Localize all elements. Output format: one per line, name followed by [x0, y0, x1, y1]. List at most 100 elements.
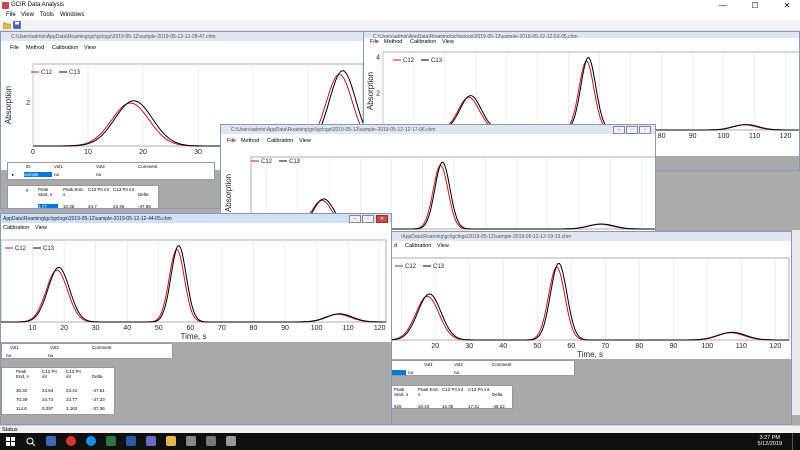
c12-cell[interactable]: 24.7	[88, 204, 97, 208]
window-title-bar[interactable]: \AppData\Roaming\gci\gclogs\2019-05-12\s…	[391, 232, 791, 241]
sample-table[interactable]: ID Vol1 Vol2 Comment ▸ sample na na	[7, 162, 215, 180]
chrome-icon[interactable]	[66, 436, 76, 446]
legend-label: C12	[261, 159, 273, 165]
sample-table[interactable]: Vol1 Vol2 Comment na na	[1, 343, 173, 359]
menu-view[interactable]: View	[21, 12, 34, 18]
clock[interactable]: 3:27 PM 5/12/2019	[758, 435, 782, 447]
vertical-scrollbar[interactable]	[792, 230, 800, 415]
maximize-button[interactable]: ☐	[744, 0, 766, 11]
menu-method[interactable]: Method	[384, 39, 402, 45]
c12-cell[interactable]: 3.297	[42, 406, 53, 411]
menu-file[interactable]: File	[370, 39, 379, 45]
col-header: Delta	[492, 392, 503, 397]
open-folder-icon[interactable]	[3, 21, 11, 29]
menu-file[interactable]: File	[6, 12, 16, 18]
peak-end-cell[interactable]: 30.32	[16, 388, 27, 393]
x-tick-label: 110	[749, 133, 760, 140]
col-header: Peak Start, s	[38, 187, 53, 197]
menu-file[interactable]: File	[227, 138, 236, 144]
window-title-bar[interactable]: AppData\Roaming\gci\gclogs\2019-05-12\sa…	[1, 214, 391, 223]
c13-cell[interactable]: 17.41	[468, 404, 479, 409]
peak-end-cell[interactable]: 20.43	[418, 404, 429, 409]
delta-cell[interactable]: -37.33	[92, 397, 105, 402]
x-tick-label: 90	[689, 133, 697, 140]
chart-window-5[interactable]: \AppData\Roaming\gci\gclogs\2019-05-12\s…	[390, 231, 792, 425]
id-cell[interactable]: sample	[24, 172, 52, 177]
menu-calibration[interactable]: Calibration	[52, 45, 78, 51]
selected-cell[interactable]	[392, 370, 406, 375]
vol1-cell[interactable]: na	[408, 370, 413, 375]
chart-window-4[interactable]: AppData\Roaming\gci\gclogs\2019-05-12\sa…	[0, 213, 392, 425]
window-minimize-button[interactable]: –	[613, 126, 625, 134]
menu-windows[interactable]: Windows	[60, 12, 84, 18]
window-title-bar[interactable]: C:\Users\admin\AppData\Roaming\gci\gclog…	[221, 125, 655, 134]
peak-start-cell[interactable]: 1.77	[38, 204, 58, 208]
peaks-table[interactable]: Peak End, s C12 Pri int C13 Pri int Delt…	[1, 367, 115, 415]
vol1-cell[interactable]: na	[6, 353, 11, 358]
delta-cell[interactable]: -48.22	[492, 404, 505, 409]
word-icon[interactable]	[126, 436, 136, 446]
minimize-button[interactable]: —	[712, 0, 734, 11]
c12-cell[interactable]: 10.35	[442, 404, 453, 409]
app-icon-2[interactable]	[186, 436, 196, 446]
menu-view[interactable]: View	[35, 225, 47, 231]
c13-cell[interactable]: 23.77	[66, 397, 77, 402]
y-axis-label: Absorption	[224, 174, 233, 212]
col-header: C12 Pri int	[42, 369, 58, 379]
vol2-cell[interactable]: na	[96, 172, 101, 177]
c13-cell[interactable]: 23.46	[113, 204, 124, 208]
c13-cell[interactable]: 23.41	[66, 388, 77, 393]
show-desktop-button[interactable]	[792, 433, 800, 450]
save-icon[interactable]	[13, 21, 21, 29]
vol2-cell[interactable]: na	[48, 353, 53, 358]
delta-cell[interactable]: -47.51	[92, 388, 105, 393]
window-maximize-button[interactable]: ▫	[362, 215, 374, 223]
vol1-cell[interactable]: na	[54, 172, 59, 177]
peak-end-cell[interactable]: 10.35	[63, 204, 74, 208]
menu-tools[interactable]: Tools	[40, 12, 54, 18]
file-explorer-icon[interactable]	[166, 436, 176, 446]
peak-end-cell[interactable]: 114.6	[16, 406, 27, 411]
peaks-table[interactable]: Peak Start, s Peak End, s C12 Pri int C1…	[391, 385, 513, 409]
window-title-bar[interactable]: C:\Users\admin\AppData\Roaming\gci\gclog…	[1, 32, 363, 41]
sample-table[interactable]: Vol1 Vol2 Comment na na	[391, 360, 575, 376]
skype-icon[interactable]	[86, 436, 96, 446]
task-view-icon[interactable]	[46, 436, 56, 446]
menu-calibration[interactable]: Calibration	[405, 243, 431, 249]
search-icon[interactable]	[26, 437, 35, 446]
window-close-button[interactable]: ▫	[639, 126, 651, 134]
delta-cell[interactable]: -47.59	[138, 204, 151, 208]
peaks-table[interactable]: # Peak Start, s Peak End, s C12 Pri int …	[7, 185, 159, 208]
delta-cell[interactable]: -37.36	[92, 406, 105, 411]
vol2-cell[interactable]: na	[454, 370, 459, 375]
menu-calibration[interactable]: Calibration	[267, 138, 293, 144]
window-maximize-button[interactable]: ▫	[626, 126, 638, 134]
x-tick-label: 10	[29, 325, 37, 332]
window-close-button[interactable]: ✕	[376, 215, 388, 223]
menu-file[interactable]: File	[10, 45, 19, 51]
close-button[interactable]: ✕	[776, 0, 798, 11]
c13-cell[interactable]: 3.163	[66, 406, 77, 411]
peak-start-cell[interactable]: 528	[394, 404, 402, 409]
windows-start-icon[interactable]	[6, 437, 15, 446]
app-icon-3[interactable]	[206, 436, 216, 446]
app-icon-1[interactable]	[146, 436, 156, 446]
peak-end-cell[interactable]: 70.39	[16, 397, 27, 402]
c12-cell[interactable]: 24.74	[42, 397, 53, 402]
menu-file[interactable]: d	[394, 243, 397, 249]
menu-view[interactable]: View	[299, 138, 311, 144]
menu-method[interactable]: Method	[241, 138, 259, 144]
taskbar: 3:27 PM 5/12/2019	[0, 433, 800, 450]
app-icon-4[interactable]	[226, 436, 236, 446]
menu-view[interactable]: View	[84, 45, 96, 51]
c12-cell[interactable]: 24.64	[42, 388, 53, 393]
app-title-bar[interactable]: GCIR Data Analysis — ☐ ✕	[0, 0, 800, 11]
chromatogram-chart: 10 20 30 40 50 60 70 80 90 100 110 120 Time, s C12 C13	[1, 239, 387, 341]
excel-icon[interactable]	[106, 436, 116, 446]
window-minimize-button[interactable]: –	[349, 215, 361, 223]
menu-method[interactable]: Method	[26, 45, 44, 51]
menu-view[interactable]: View	[442, 39, 454, 45]
menu-calibration[interactable]: Calibration	[410, 39, 436, 45]
menu-calibration[interactable]: Calibration	[3, 225, 29, 231]
menu-view[interactable]: View	[437, 243, 449, 249]
